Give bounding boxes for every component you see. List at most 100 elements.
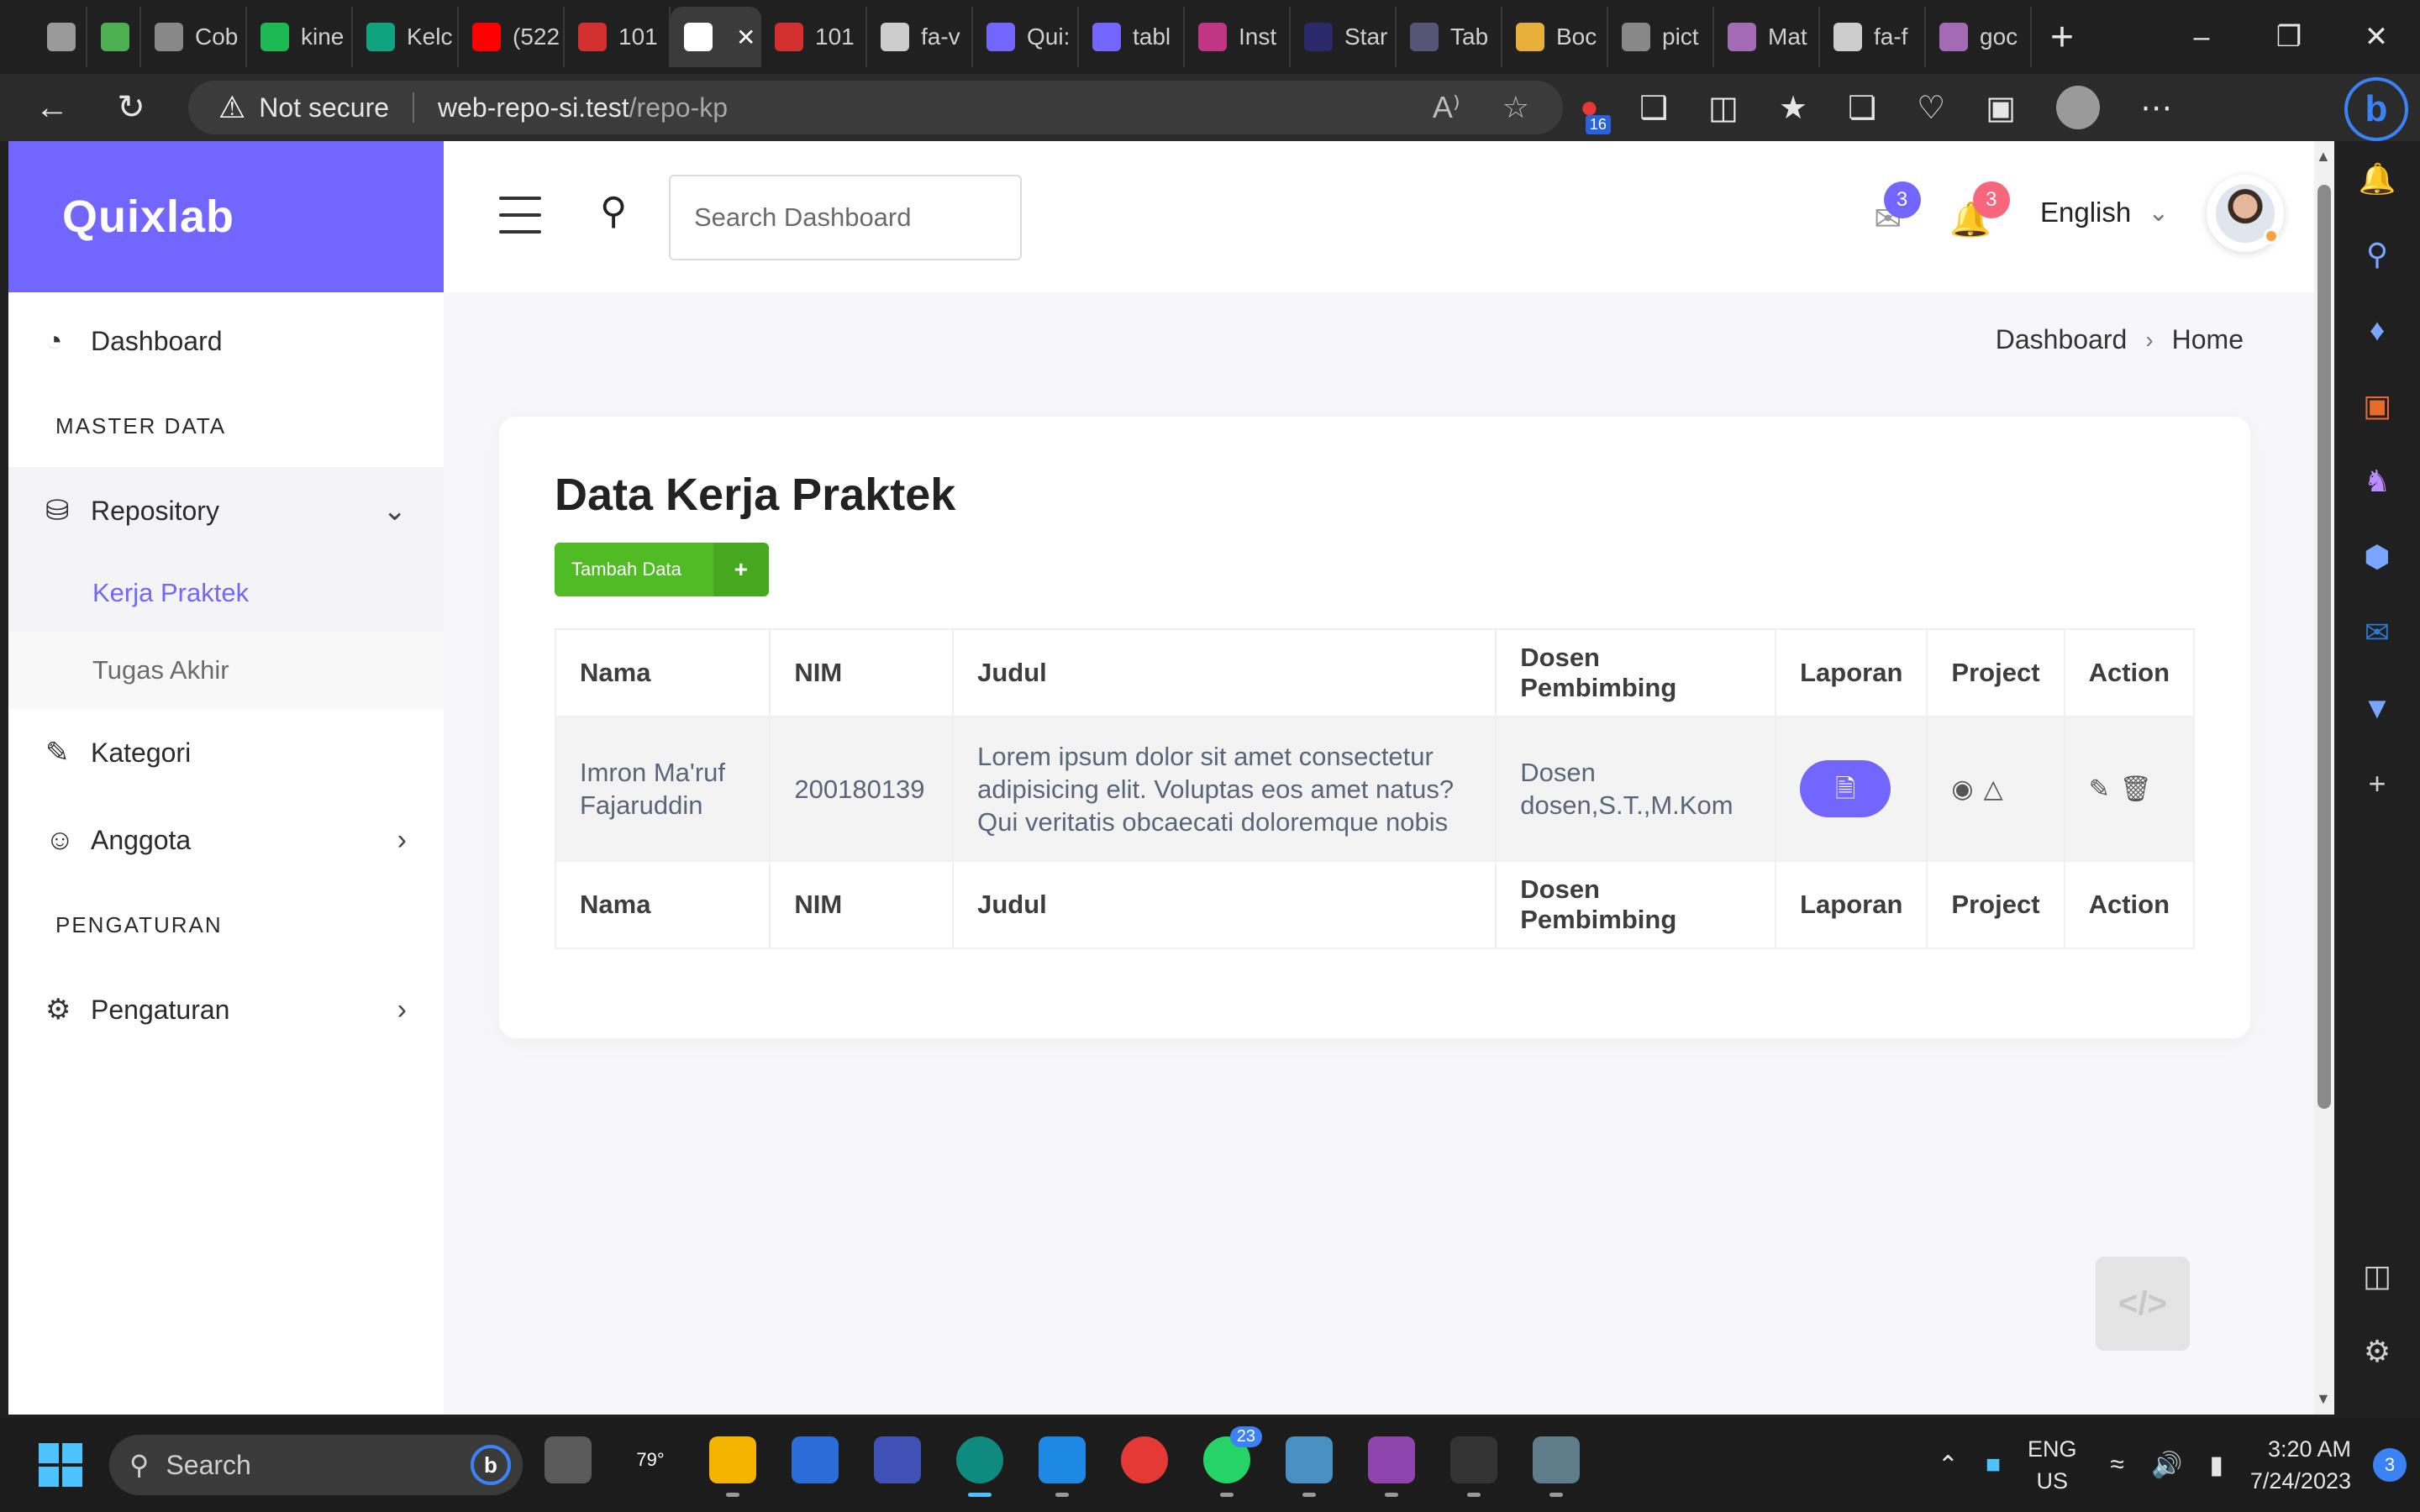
column-header[interactable]: NIM xyxy=(769,628,955,717)
vx-extension-icon[interactable]: ▣ xyxy=(1986,89,2016,127)
games-icon[interactable]: ♞ xyxy=(2358,462,2396,501)
language-selector[interactable]: English ⌄ xyxy=(2040,197,2169,228)
browser-tab[interactable]: Tab xyxy=(1397,7,1502,67)
browser-tab[interactable]: (522 xyxy=(459,7,565,67)
sidebar-item-anggota[interactable]: ☺ Anggota › xyxy=(8,796,444,884)
url-field[interactable]: ⚠ Not secure web-repo-si.test/repo-kp A⁾… xyxy=(188,81,1563,134)
new-tab-button[interactable]: + xyxy=(2050,14,2074,60)
browser-tab[interactable]: Inst xyxy=(1185,7,1291,67)
sidebar-item-pengaturan[interactable]: ⚙ Pengaturan › xyxy=(8,966,444,1053)
mail-icon[interactable]: ✉ 3 xyxy=(1874,181,1921,239)
scroll-up-arrow-icon[interactable]: ▲ xyxy=(2316,148,2331,165)
browser-tab[interactable]: Boc xyxy=(1502,7,1608,67)
windows-start-icon[interactable] xyxy=(39,1443,82,1487)
browser-tab[interactable]: tabl xyxy=(1079,7,1185,67)
browser-tab[interactable]: goc xyxy=(1926,7,2032,67)
browser-tab[interactable]: Kelc xyxy=(353,7,459,67)
edge-browser-icon[interactable] xyxy=(956,1436,1003,1497)
terminal-icon[interactable] xyxy=(1450,1436,1497,1497)
browser-tab[interactable]: kine xyxy=(247,7,353,67)
tray-app-icon[interactable]: ■ xyxy=(1986,1451,2001,1479)
calculator-icon[interactable] xyxy=(1533,1436,1580,1497)
edit-pencil-icon[interactable]: ✎ xyxy=(2089,773,2110,806)
close-window-button[interactable]: ✕ xyxy=(2333,0,2420,74)
weather-widget[interactable]: 79° xyxy=(627,1436,674,1483)
sidebar-item-dashboard[interactable]: ◔ Dashboard xyxy=(8,297,444,385)
volume-icon[interactable]: 🔊 xyxy=(2151,1451,2182,1480)
more-menu-icon[interactable]: ⋯ xyxy=(2140,89,2172,127)
column-header[interactable]: Dosen Pembimbing xyxy=(1495,628,1777,717)
browser-tab[interactable]: fa-f xyxy=(1820,7,1926,67)
sidebar-toggle-icon[interactable]: ◫ xyxy=(2358,1257,2396,1295)
breadcrumb-dashboard[interactable]: Dashboard xyxy=(1996,324,2128,355)
browser-tab[interactable]: 101 xyxy=(761,7,867,67)
gear-icon[interactable]: ⚙ xyxy=(2358,1332,2396,1371)
performance-icon[interactable]: ♡ xyxy=(1917,89,1945,127)
minimize-button[interactable]: – xyxy=(2158,0,2245,74)
column-header[interactable]: Project xyxy=(1926,628,2065,717)
restore-button[interactable]: ❐ xyxy=(2245,0,2333,74)
bell-icon[interactable]: 🔔 xyxy=(2358,160,2396,198)
favorites-icon[interactable]: ★ xyxy=(1779,89,1807,127)
add-data-button[interactable]: Tambah Data + xyxy=(555,543,769,596)
browser-tab[interactable]: Mat xyxy=(1714,7,1820,67)
add-icon[interactable]: + xyxy=(2358,764,2396,803)
column-header[interactable]: Action xyxy=(2063,628,2196,717)
input-language[interactable]: ENG US xyxy=(2028,1433,2077,1497)
read-aloud-icon[interactable]: A⁾ xyxy=(1433,90,1460,125)
notification-count[interactable]: 3 xyxy=(2373,1448,2407,1482)
page-scrollbar[interactable]: ▲ ▼ xyxy=(2314,141,2334,1415)
browser-tab[interactable]: pict xyxy=(1608,7,1714,67)
pdf-report-button[interactable]: 🗎 xyxy=(1800,760,1891,817)
bell-icon[interactable]: 🔔 3 xyxy=(1949,181,2010,239)
column-header[interactable]: Laporan xyxy=(1775,628,1928,717)
extension-icon[interactable]: ● 16 xyxy=(1580,90,1611,134)
git-tool-icon[interactable] xyxy=(1368,1436,1415,1497)
sidebar-item-repository[interactable]: ⛁ Repository ⌄ xyxy=(8,467,444,554)
browser-tab[interactable]: Star xyxy=(1291,7,1397,67)
devtools-app-icon[interactable] xyxy=(874,1436,921,1483)
close-tab-icon[interactable]: ✕ xyxy=(736,24,755,51)
split-screen-icon[interactable]: ◫ xyxy=(1708,89,1739,127)
trash-icon[interactable]: 🗑 xyxy=(2120,773,2152,806)
sidebar-item-kerja-praktek[interactable]: Kerja Praktek xyxy=(8,554,444,632)
user-avatar[interactable] xyxy=(2207,175,2284,252)
brand-logo[interactable]: Quixlab xyxy=(8,141,444,292)
search-icon[interactable]: ⚲ xyxy=(2358,235,2396,274)
clock[interactable]: 3:20 AM 7/24/2023 xyxy=(2250,1433,2351,1497)
scrollbar-thumb[interactable] xyxy=(2317,185,2331,1109)
scroll-down-arrow-icon[interactable]: ▼ xyxy=(2316,1390,2331,1408)
sidebar-item-kategori[interactable]: ✎ Kategori xyxy=(8,709,444,796)
taskbar-search[interactable]: ⚲ Search b xyxy=(109,1435,523,1495)
browser-tab[interactable] xyxy=(87,7,141,67)
remote-desktop-icon[interactable] xyxy=(1286,1436,1333,1497)
collections-icon[interactable]: ❏ xyxy=(1848,89,1876,127)
column-header[interactable]: Nama xyxy=(554,628,771,717)
tools-icon[interactable]: ▣ xyxy=(2358,386,2396,425)
search-icon[interactable]: ⚲ xyxy=(600,190,627,233)
shopping-tag-icon[interactable]: ♦ xyxy=(2358,311,2396,349)
outlook-icon[interactable]: ✉ xyxy=(2358,613,2396,652)
drop-icon[interactable]: ▼ xyxy=(2358,689,2396,727)
bing-copilot-icon[interactable]: b xyxy=(2344,77,2408,141)
battery-icon[interactable]: ▮ xyxy=(2209,1451,2223,1480)
microsoft-365-icon[interactable]: ⬢ xyxy=(2358,538,2396,576)
browser-tab[interactable]: fa-v xyxy=(867,7,973,67)
microsoft-store-icon[interactable] xyxy=(792,1436,839,1483)
column-header[interactable]: Judul xyxy=(952,628,1497,717)
browser-tab[interactable]: Qui: xyxy=(973,7,1079,67)
profile-avatar[interactable] xyxy=(2056,86,2101,129)
extensions-puzzle-icon[interactable]: ❑ xyxy=(1639,89,1668,127)
code-widget-icon[interactable]: </> xyxy=(2096,1257,2190,1351)
browser-tab[interactable] xyxy=(34,7,87,67)
favorite-star-icon[interactable]: ☆ xyxy=(1502,90,1529,125)
browser-tab[interactable]: ✕ xyxy=(671,7,761,67)
wifi-icon[interactable]: ≈ xyxy=(2111,1451,2124,1479)
chrome-icon[interactable] xyxy=(1121,1436,1168,1483)
reload-button[interactable]: ↻ xyxy=(104,81,158,134)
whatsapp-icon[interactable]: 23 xyxy=(1203,1426,1262,1497)
search-input[interactable] xyxy=(669,175,1022,260)
google-drive-icon[interactable]: △ xyxy=(1984,773,2003,806)
browser-tab[interactable]: Cob xyxy=(141,7,247,67)
chevron-up-icon[interactable]: ⌃ xyxy=(1938,1451,1959,1480)
